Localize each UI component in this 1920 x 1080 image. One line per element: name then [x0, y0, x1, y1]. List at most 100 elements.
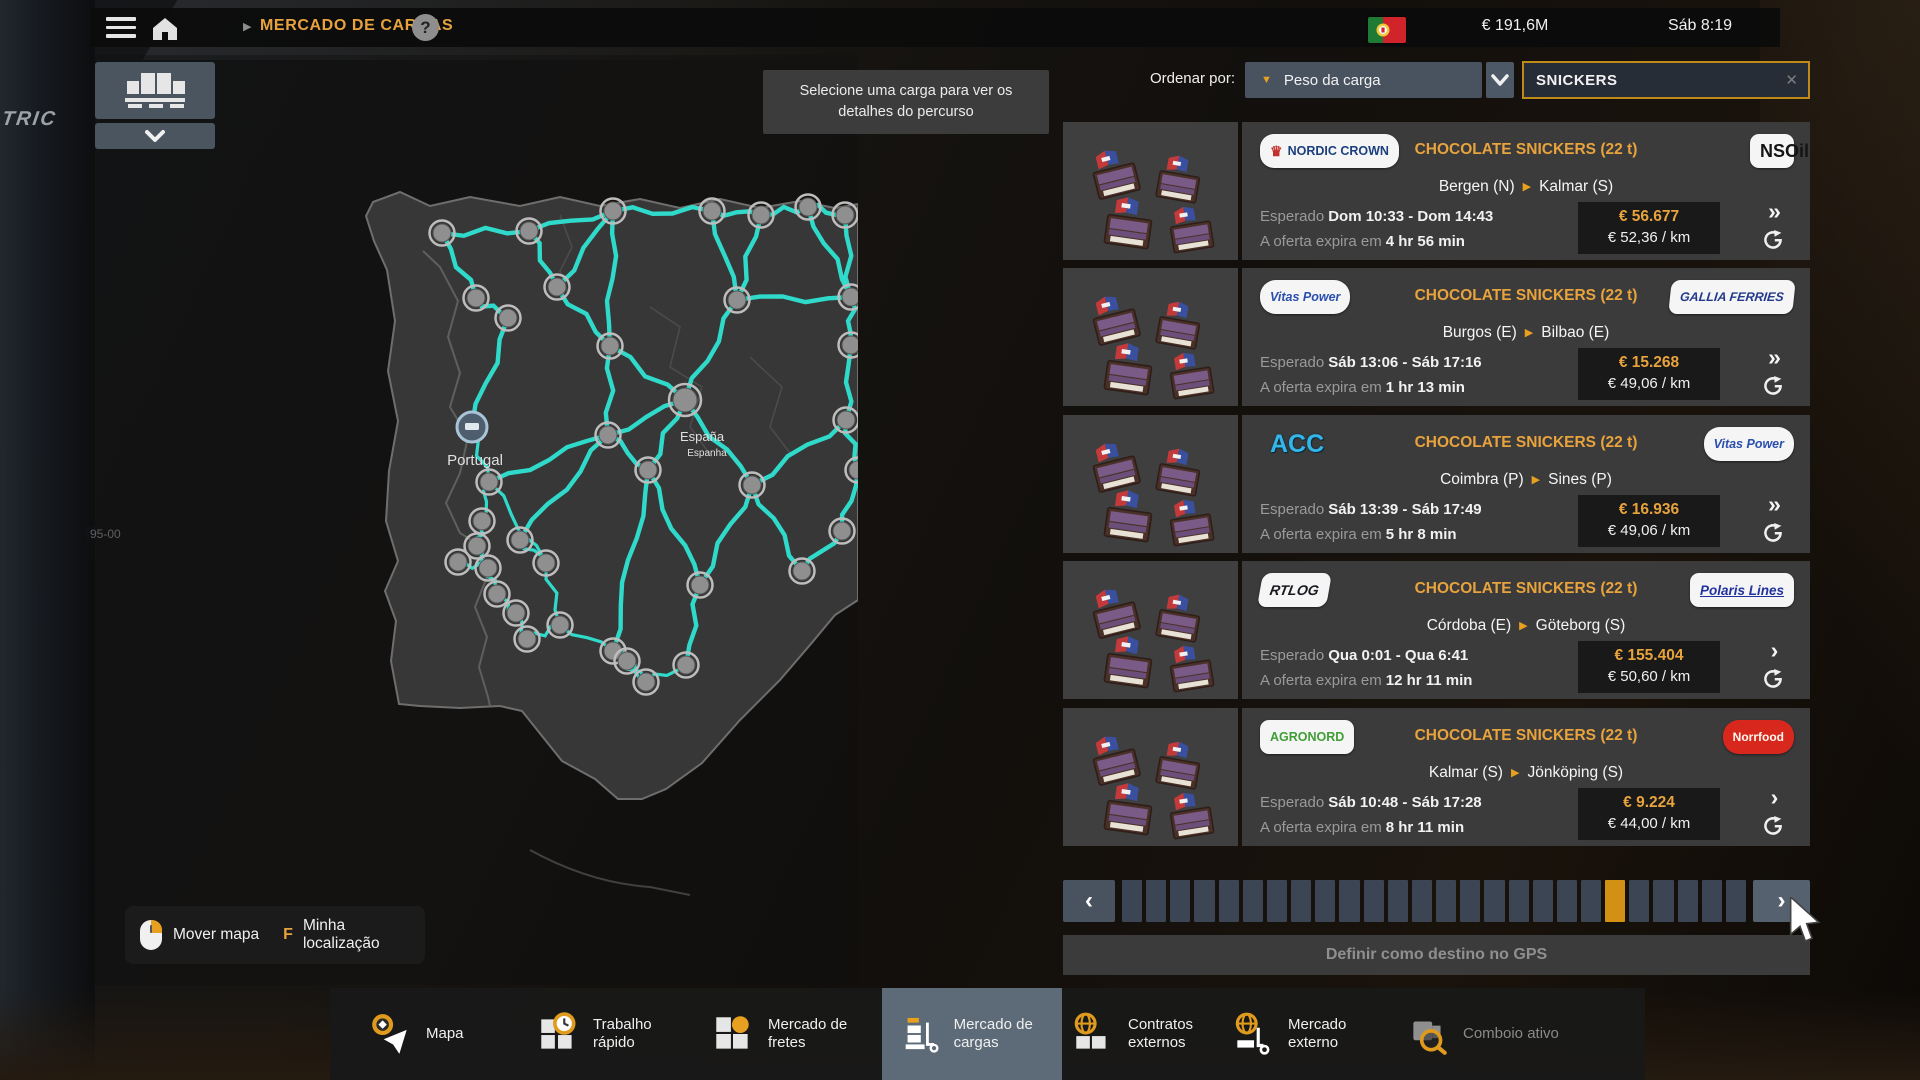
map-city-node[interactable] [496, 306, 521, 331]
map-city-node[interactable] [508, 528, 533, 553]
map-city-node[interactable] [470, 509, 495, 534]
pagination-page-segment[interactable] [1533, 880, 1553, 922]
map-city-node[interactable] [790, 559, 815, 584]
map-city-node[interactable] [833, 203, 858, 228]
map-city-node[interactable] [476, 556, 501, 581]
pagination-page-segment[interactable] [1678, 880, 1698, 922]
cargo-offer-card[interactable]: RTLOG CHOCOLATE SNICKERS (22 t) Polaris … [1242, 561, 1810, 699]
tab-comboio-ativo[interactable]: Comboio ativo [1405, 988, 1563, 1080]
map-city-node[interactable] [515, 627, 540, 652]
cargo-offer-row[interactable]: AGRONORD CHOCOLATE SNICKERS (22 t) Norrf… [1063, 708, 1810, 846]
map-city-node[interactable] [674, 653, 699, 678]
cargo-offer-card[interactable]: ACC CHOCOLATE SNICKERS (22 t) Vitas Powe… [1242, 415, 1810, 553]
tab-mercado-externo[interactable]: Mercado externo [1230, 988, 1388, 1080]
sort-dropdown-open-button[interactable] [1486, 62, 1514, 98]
pagination-page-segment[interactable] [1436, 880, 1456, 922]
cargo-offer-row[interactable]: NORDIC CROWN CHOCOLATE SNICKERS (22 t) N… [1063, 122, 1810, 260]
pagination-page-segment[interactable] [1581, 880, 1601, 922]
map-city-node[interactable] [517, 219, 542, 244]
map-city-node[interactable] [749, 203, 774, 228]
pagination-page-segment[interactable] [1122, 880, 1142, 922]
map-city-node[interactable] [548, 613, 573, 638]
map-city-node[interactable] [615, 649, 640, 674]
route-arrow-icon: ▶ [1511, 767, 1519, 779]
pagination-page-segment[interactable] [1339, 880, 1359, 922]
cargo-offer-row[interactable]: ACC CHOCOLATE SNICKERS (22 t) Vitas Powe… [1063, 415, 1810, 553]
pagination-page-segment[interactable] [1243, 880, 1263, 922]
pagination-page-segment[interactable] [1291, 880, 1311, 922]
map-city-node[interactable] [545, 275, 570, 300]
pagination-page-segment[interactable] [1170, 880, 1190, 922]
search-input[interactable] [1524, 72, 1785, 89]
cargo-thumbnail[interactable] [1063, 415, 1238, 553]
map-city-node[interactable] [796, 195, 821, 220]
collapse-panel-button[interactable] [95, 123, 215, 149]
map-city-node[interactable] [464, 286, 489, 311]
map-city-node[interactable] [669, 384, 701, 416]
pagination-prev-button[interactable]: ‹ [1063, 880, 1115, 922]
iberia-map[interactable]: Portugal España Espanha [90, 55, 858, 985]
pagination-page-segment[interactable] [1484, 880, 1504, 922]
cargo-thumbnail[interactable] [1063, 122, 1238, 260]
pagination-next-button[interactable]: › [1753, 880, 1810, 922]
map-city-node[interactable] [636, 458, 661, 483]
pagination-page-segment[interactable] [1726, 880, 1746, 922]
help-icon[interactable]: ? [412, 14, 439, 41]
home-icon[interactable] [150, 14, 180, 41]
pagination-page-segment[interactable] [1267, 880, 1287, 922]
map-city-node[interactable] [504, 601, 529, 626]
tab-mercado-de-fretes[interactable]: Mercado de fretes [710, 988, 868, 1080]
map-city-node[interactable] [534, 551, 559, 576]
pagination-page-segment[interactable] [1219, 880, 1239, 922]
cargo-offer-card[interactable]: AGRONORD CHOCOLATE SNICKERS (22 t) Norrf… [1242, 708, 1810, 846]
set-gps-destination-button[interactable]: Definir como destino no GPS [1063, 935, 1810, 975]
pagination-page-segment[interactable] [1557, 880, 1577, 922]
cargo-thumbnail[interactable] [1063, 708, 1238, 846]
map-city-node[interactable] [740, 473, 765, 498]
tab-mapa[interactable]: Mapa [368, 988, 526, 1080]
pagination-page-segment[interactable] [1509, 880, 1529, 922]
cargo-offer-card[interactable]: NORDIC CROWN CHOCOLATE SNICKERS (22 t) N… [1242, 122, 1810, 260]
map-panel[interactable]: Portugal España Espanha [90, 55, 858, 985]
map-city-node[interactable] [725, 288, 750, 313]
menu-icon[interactable] [106, 17, 136, 38]
map-city-node[interactable] [834, 408, 859, 433]
pagination-track[interactable] [1122, 880, 1746, 922]
map-city-node[interactable] [430, 221, 455, 246]
map-city-node[interactable] [598, 334, 623, 359]
cargo-thumbnail[interactable] [1063, 561, 1238, 699]
cargo-offer-row[interactable]: Vitas Power CHOCOLATE SNICKERS (22 t) GA… [1063, 268, 1810, 406]
pagination-page-segment[interactable] [1315, 880, 1335, 922]
tab-contratos-externos[interactable]: Contratos externos [1070, 988, 1228, 1080]
pagination-page-segment[interactable] [1364, 880, 1384, 922]
map-city-node[interactable] [446, 550, 471, 575]
map-city-node[interactable] [477, 470, 502, 495]
map-city-node[interactable] [700, 199, 725, 224]
clear-search-icon[interactable]: ✕ [1785, 71, 1798, 89]
map-city-node[interactable] [830, 519, 855, 544]
pagination-page-segment[interactable] [1388, 880, 1408, 922]
cargo-offer-card[interactable]: Vitas Power CHOCOLATE SNICKERS (22 t) GA… [1242, 268, 1810, 406]
pagination-page-segment[interactable] [1702, 880, 1722, 922]
pagination-page-segment[interactable] [1460, 880, 1480, 922]
pagination-page-segment[interactable] [1629, 880, 1649, 922]
map-city-node[interactable] [485, 582, 510, 607]
cargo-route: Bergen (N)▶Kalmar (S) [1302, 178, 1750, 196]
sort-dropdown[interactable]: ▼ Peso da carga [1245, 62, 1482, 98]
tab-mercado-de-cargas[interactable]: Mercado de cargas [882, 988, 1062, 1080]
pagination-page-segment[interactable] [1653, 880, 1673, 922]
map-city-node[interactable] [688, 573, 713, 598]
pagination-page-segment[interactable] [1412, 880, 1432, 922]
pagination-page-segment[interactable] [1146, 880, 1166, 922]
tab-trabalho-rapido[interactable]: Trabalho rápido [535, 988, 693, 1080]
external-contracts-icon [1070, 1011, 1116, 1057]
map-city-node[interactable] [596, 423, 621, 448]
map-city-node[interactable] [601, 199, 626, 224]
pagination-page-segment[interactable] [1605, 880, 1625, 922]
cargo-view-button[interactable] [95, 62, 215, 119]
pagination-page-segment[interactable] [1194, 880, 1214, 922]
cargo-offer-row[interactable]: RTLOG CHOCOLATE SNICKERS (22 t) Polaris … [1063, 561, 1810, 699]
map-city-node[interactable] [634, 670, 659, 695]
cargo-search-field[interactable]: ✕ [1522, 61, 1810, 99]
cargo-thumbnail[interactable] [1063, 268, 1238, 406]
